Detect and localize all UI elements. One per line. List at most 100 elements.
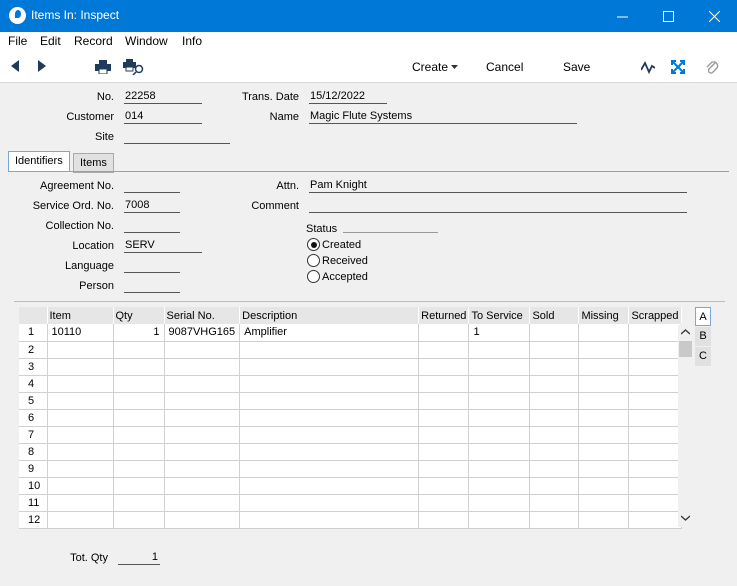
- sidetab-a[interactable]: A: [695, 307, 711, 326]
- grid-cell[interactable]: [239, 341, 420, 359]
- grid-cell[interactable]: [164, 460, 241, 478]
- chevron-down-icon[interactable]: [451, 65, 458, 69]
- grid-scrollbar[interactable]: [678, 325, 693, 527]
- grid-cell[interactable]: [628, 511, 682, 529]
- no-field[interactable]: 22258: [124, 89, 202, 104]
- grid-cell[interactable]: [529, 511, 580, 529]
- grid-cell[interactable]: [628, 443, 682, 461]
- grid-cell[interactable]: [628, 494, 682, 512]
- menu-window[interactable]: Window: [125, 34, 168, 48]
- status-received-radio[interactable]: [307, 254, 320, 267]
- grid-cell[interactable]: [578, 358, 630, 376]
- scroll-thumb[interactable]: [679, 341, 692, 357]
- scroll-up-icon[interactable]: [681, 329, 690, 335]
- grid-cell[interactable]: [628, 460, 682, 478]
- grid-cell[interactable]: [529, 443, 580, 461]
- grid-cell[interactable]: [47, 341, 114, 359]
- grid-cell[interactable]: [418, 443, 470, 461]
- paperclip-icon[interactable]: [705, 59, 719, 75]
- tab-identifiers[interactable]: Identifiers: [8, 151, 70, 172]
- grid-cell[interactable]: [164, 511, 241, 529]
- grid-cell[interactable]: [468, 358, 531, 376]
- grid-cell[interactable]: [578, 409, 630, 427]
- expand-icon[interactable]: [671, 60, 685, 74]
- grid-cell[interactable]: [164, 426, 241, 444]
- grid-cell[interactable]: [628, 358, 682, 376]
- customer-field[interactable]: 014: [124, 109, 202, 124]
- grid-cell[interactable]: [578, 375, 630, 393]
- grid-cell[interactable]: [239, 358, 420, 376]
- grid-cell[interactable]: [529, 494, 580, 512]
- save-button[interactable]: Save: [563, 60, 590, 74]
- grid-cell[interactable]: [468, 375, 531, 393]
- sidetab-c[interactable]: C: [695, 347, 711, 366]
- grid-cell[interactable]: [164, 341, 241, 359]
- grid-cell[interactable]: [47, 494, 114, 512]
- grid-cell[interactable]: [468, 341, 531, 359]
- grid-cell[interactable]: 9087VHG165: [164, 324, 241, 342]
- prev-record-icon[interactable]: [11, 60, 19, 72]
- grid-cell[interactable]: [628, 409, 682, 427]
- grid-cell[interactable]: [164, 375, 241, 393]
- grid-cell[interactable]: [239, 511, 420, 529]
- grid-cell[interactable]: [418, 511, 470, 529]
- grid-cell[interactable]: [113, 341, 165, 359]
- grid-cell[interactable]: [578, 341, 630, 359]
- grid-cell[interactable]: [578, 511, 630, 529]
- grid-cell[interactable]: [239, 409, 420, 427]
- grid-cell[interactable]: [47, 392, 114, 410]
- grid-cell[interactable]: [578, 392, 630, 410]
- activity-icon[interactable]: [641, 60, 655, 74]
- cancel-button[interactable]: Cancel: [486, 60, 523, 74]
- menu-info[interactable]: Info: [182, 34, 202, 48]
- grid-cell[interactable]: [418, 341, 470, 359]
- grid-cell[interactable]: [47, 477, 114, 495]
- grid-cell[interactable]: [113, 392, 165, 410]
- grid-cell[interactable]: [529, 460, 580, 478]
- maximize-button[interactable]: [645, 0, 691, 32]
- menu-edit[interactable]: Edit: [40, 34, 61, 48]
- grid-cell[interactable]: [529, 426, 580, 444]
- grid-cell[interactable]: [578, 494, 630, 512]
- grid-cell[interactable]: [113, 358, 165, 376]
- grid-cell[interactable]: [47, 443, 114, 461]
- grid-cell[interactable]: [164, 392, 241, 410]
- grid-cell[interactable]: [164, 443, 241, 461]
- grid-cell[interactable]: [418, 358, 470, 376]
- grid-cell[interactable]: [529, 358, 580, 376]
- grid-cell[interactable]: [418, 494, 470, 512]
- grid-cell[interactable]: [578, 443, 630, 461]
- grid-cell[interactable]: [239, 494, 420, 512]
- grid-cell[interactable]: [529, 409, 580, 427]
- grid-cell[interactable]: [113, 460, 165, 478]
- grid-cell[interactable]: [468, 409, 531, 427]
- grid-cell[interactable]: [468, 426, 531, 444]
- grid-cell[interactable]: [468, 392, 531, 410]
- grid-cell[interactable]: [47, 358, 114, 376]
- grid-cell[interactable]: [628, 426, 682, 444]
- grid-cell[interactable]: [164, 477, 241, 495]
- status-accepted-radio[interactable]: [307, 270, 320, 283]
- collection-field[interactable]: [124, 218, 180, 233]
- status-accepted-label[interactable]: Accepted: [322, 271, 368, 283]
- status-created-radio[interactable]: [307, 238, 320, 251]
- grid-cell[interactable]: [418, 324, 470, 342]
- grid-cell[interactable]: [418, 477, 470, 495]
- serviceord-field[interactable]: 7008: [124, 198, 180, 213]
- grid-cell[interactable]: [239, 460, 420, 478]
- grid-cell[interactable]: [47, 409, 114, 427]
- grid-cell[interactable]: [468, 494, 531, 512]
- grid-cell[interactable]: [578, 426, 630, 444]
- grid-cell[interactable]: Amplifier: [239, 324, 420, 342]
- grid-cell[interactable]: [628, 341, 682, 359]
- grid-cell[interactable]: [529, 375, 580, 393]
- grid-cell[interactable]: [468, 511, 531, 529]
- scroll-down-icon[interactable]: [681, 515, 690, 521]
- sidetab-b[interactable]: B: [695, 327, 711, 346]
- grid-cell[interactable]: 1: [113, 324, 165, 342]
- grid-cell[interactable]: [113, 494, 165, 512]
- print-icon[interactable]: [95, 60, 111, 74]
- grid-cell[interactable]: [47, 511, 114, 529]
- grid-cell[interactable]: [239, 443, 420, 461]
- next-record-icon[interactable]: [38, 60, 46, 72]
